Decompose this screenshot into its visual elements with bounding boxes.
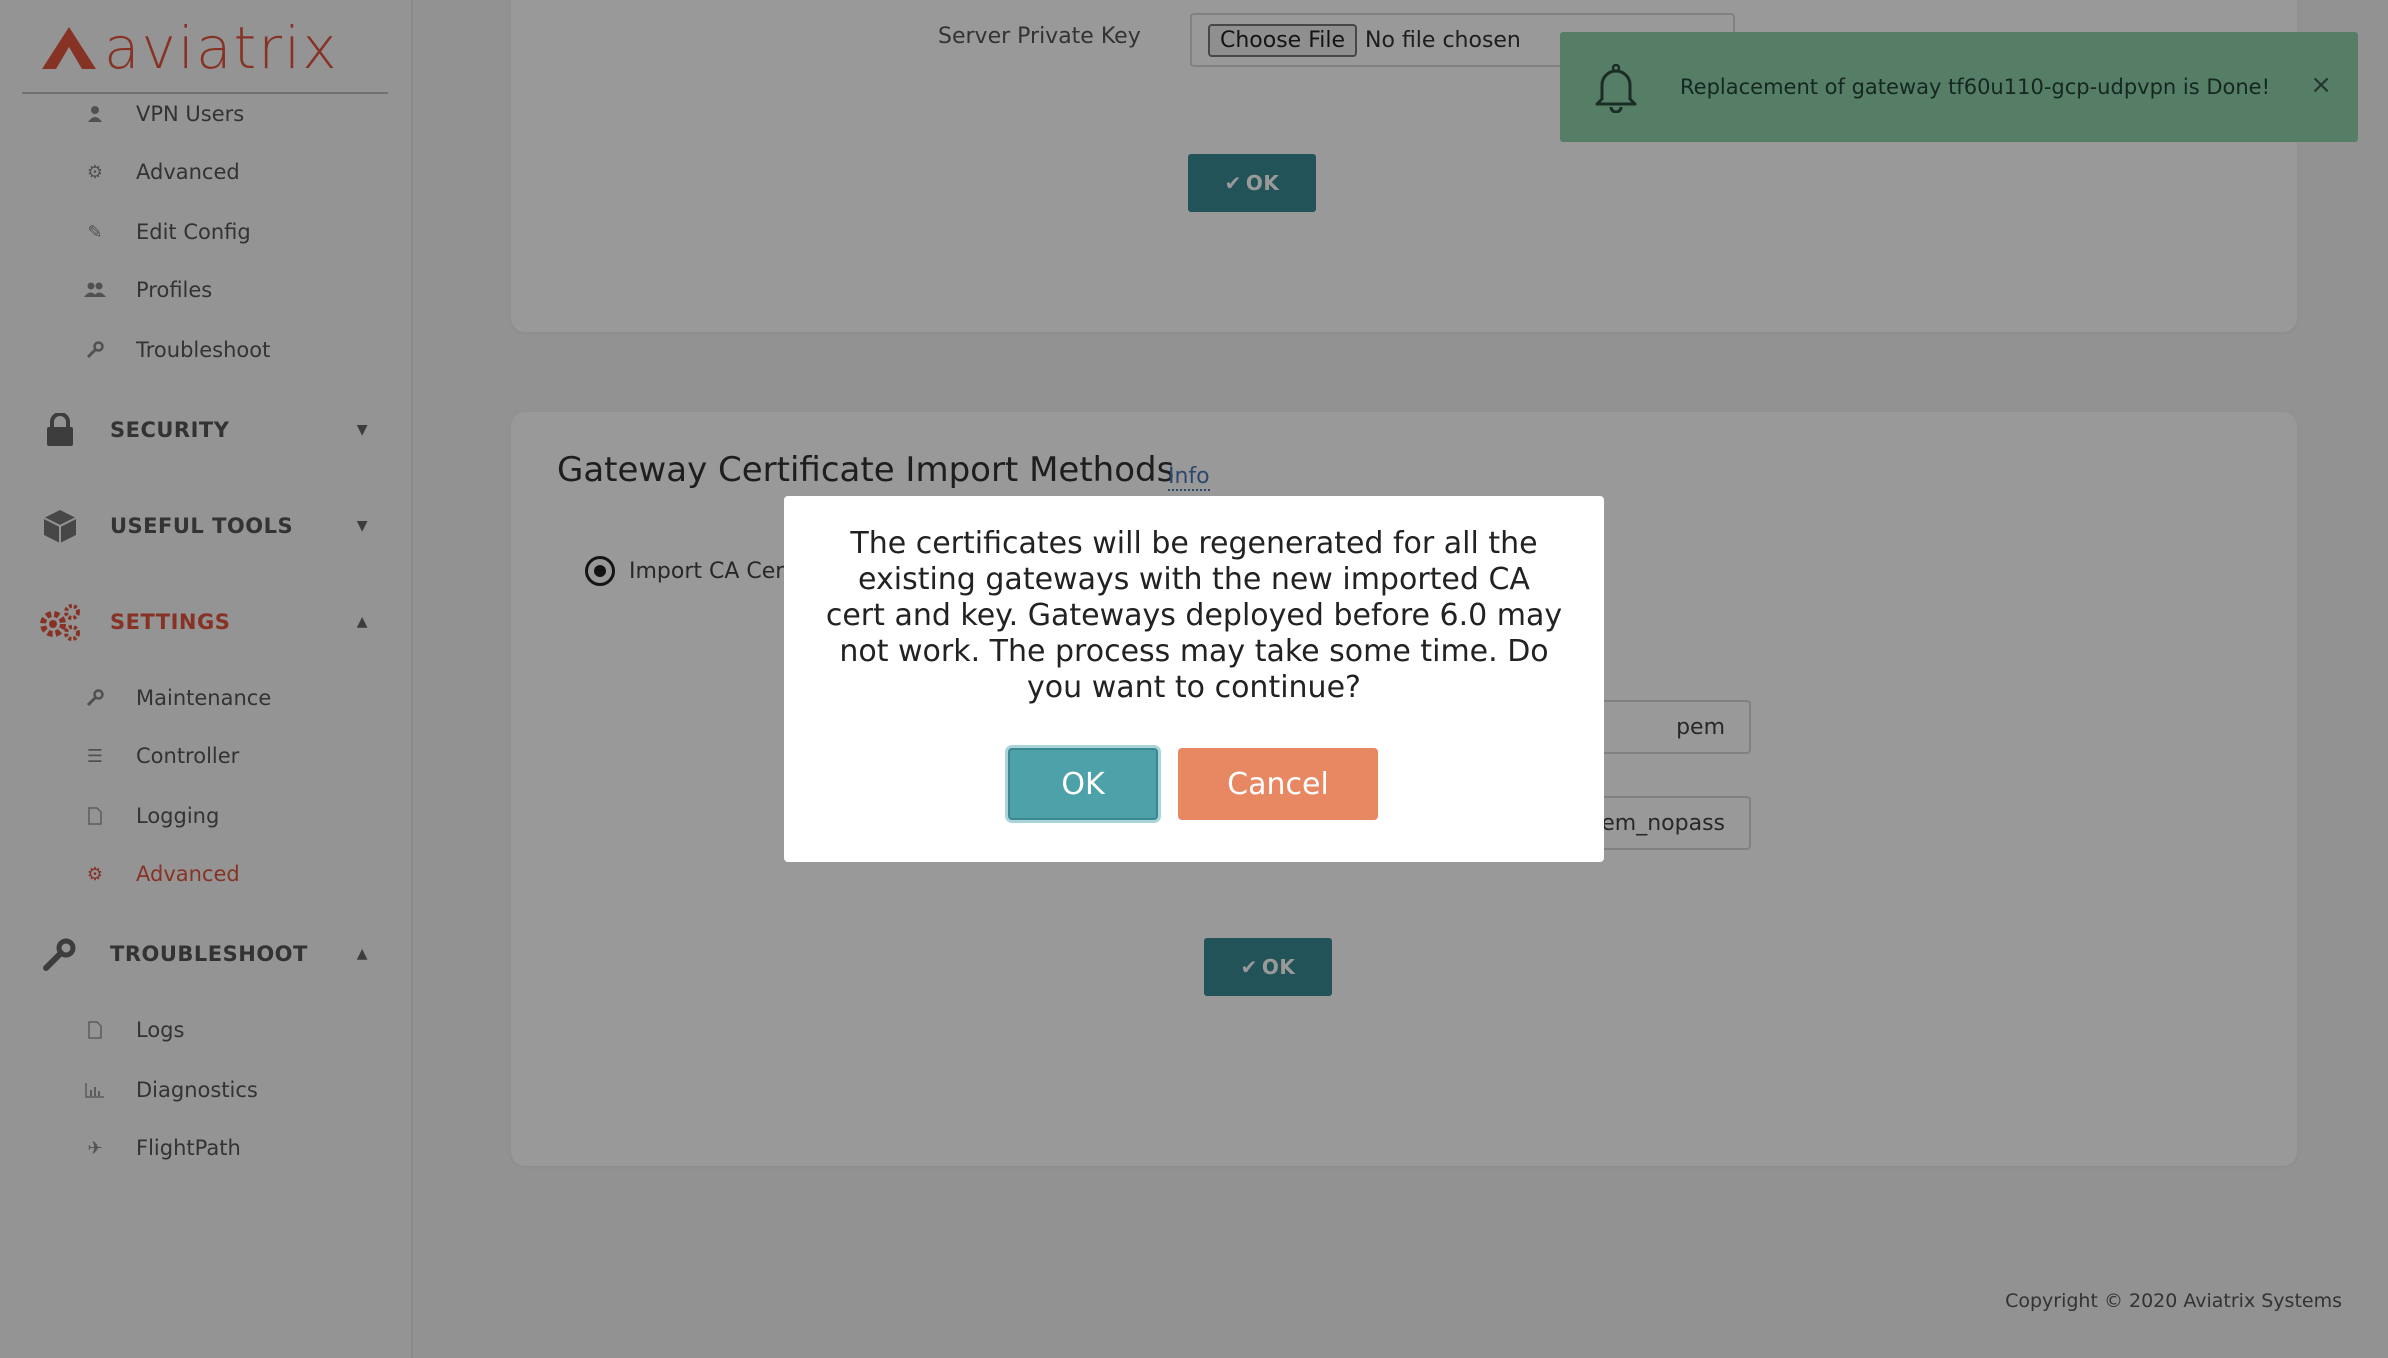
confirm-dialog: The certificates will be regenerated for… [784,496,1604,862]
dialog-message: The certificates will be regenerated for… [825,526,1563,705]
dialog-ok-button[interactable]: OK [1008,748,1158,820]
dialog-cancel-button[interactable]: Cancel [1178,748,1378,820]
